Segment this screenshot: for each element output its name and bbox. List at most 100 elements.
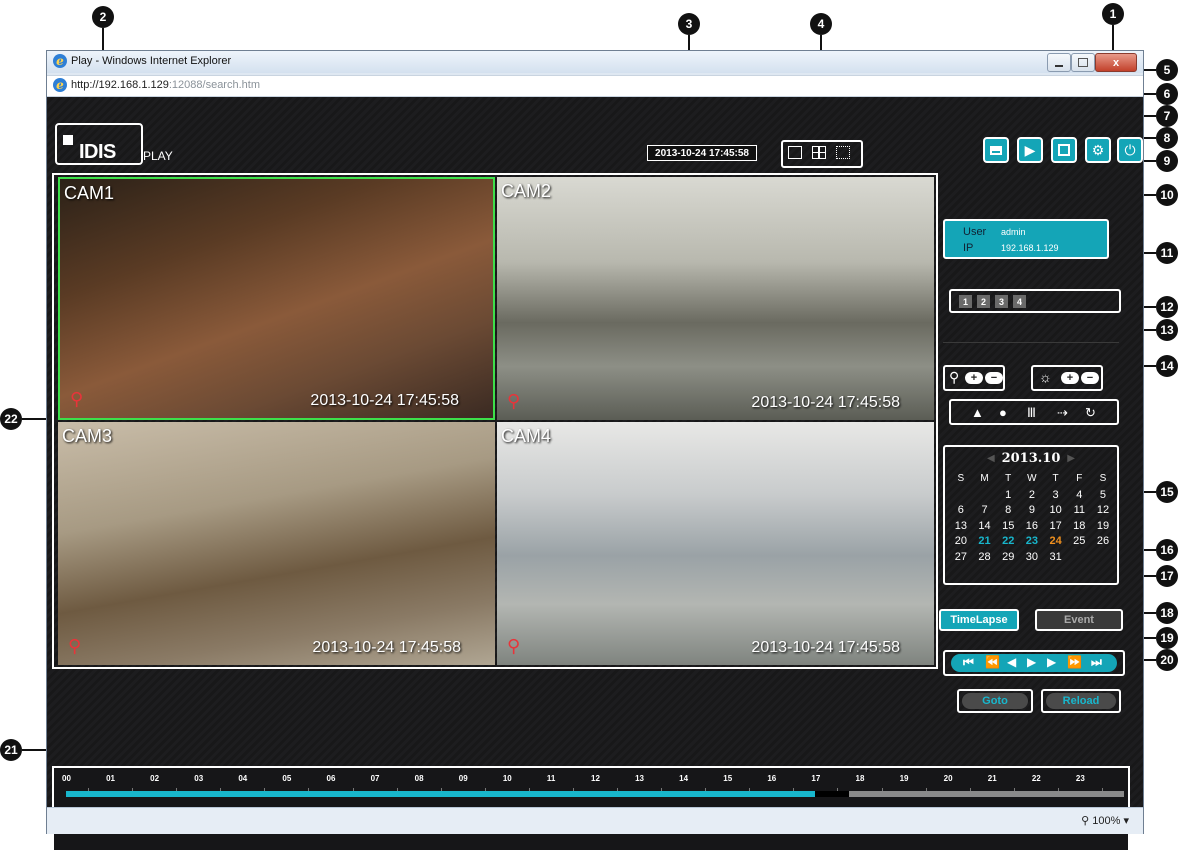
single-layout-icon[interactable] [788, 146, 802, 159]
calendar-day[interactable]: 11 [1067, 504, 1091, 520]
camera-page-3[interactable]: 3 [995, 295, 1008, 308]
calendar-day[interactable]: 31 [1044, 551, 1068, 567]
fast-rewind-icon[interactable]: ⏪ [985, 655, 1000, 669]
camera-tile-1[interactable]: CAM1 ⚲ 2013-10-24 17:45:58 [58, 177, 495, 420]
calendar-day[interactable]: 16 [1020, 520, 1044, 536]
print-button[interactable] [983, 137, 1009, 163]
fullscreen-icon[interactable] [836, 146, 850, 159]
calendar-day[interactable]: 20 [949, 535, 973, 551]
minimize-icon [1055, 64, 1063, 67]
timeline-track[interactable] [66, 791, 1124, 797]
goto-button[interactable]: Goto [957, 689, 1033, 713]
calendar-day[interactable]: 14 [973, 520, 997, 536]
calendar-day[interactable]: 30 [1020, 551, 1044, 567]
timeline-hour-label: 01 [106, 774, 115, 783]
week-row: 20 21 22 23 24 25 26 [949, 535, 1115, 551]
calendar-day[interactable]: 25 [1067, 535, 1091, 551]
camera-timestamp: 2013-10-24 17:45:58 [310, 392, 459, 409]
zoom-level[interactable]: ⚲ 100% ▾ [1081, 814, 1129, 827]
refresh-icon[interactable]: ↻ [1085, 405, 1096, 421]
weekday-label: F [1076, 473, 1083, 484]
magnifier-icon[interactable]: ⚲ [507, 391, 520, 412]
calendar-day-selected[interactable]: 24 [1044, 535, 1068, 551]
step-forward-icon[interactable]: ▶ [1047, 655, 1056, 669]
calendar-day[interactable]: 5 [1091, 489, 1115, 505]
camera-tile-4[interactable]: CAM4 ⚲ 2013-10-24 17:45:58 [497, 422, 934, 665]
logo-text: IDIS [79, 141, 116, 163]
calendar-day[interactable]: 19 [1091, 520, 1115, 536]
calendar-day[interactable]: 3 [1044, 489, 1068, 505]
timeline-hour-label: 12 [591, 774, 600, 783]
calendar-day[interactable] [973, 489, 997, 505]
camera-page-4[interactable]: 4 [1013, 295, 1026, 308]
address-text[interactable]: http://192.168.1.129:12088/search.htm [71, 79, 260, 91]
close-button[interactable]: x [1095, 53, 1137, 72]
calendar-day[interactable]: 28 [973, 551, 997, 567]
sharpness-icon[interactable]: ▲ [971, 405, 984, 420]
magnifier-icon[interactable]: ⚲ [70, 389, 83, 410]
play-icon[interactable]: ▶ [1027, 655, 1036, 669]
minimize-button[interactable] [1047, 53, 1071, 72]
skip-to-start-icon[interactable]: ⏮ [963, 655, 974, 670]
calendar-day[interactable]: 6 [949, 504, 973, 520]
logout-button[interactable]: ⏻ [1117, 137, 1143, 163]
calendar-day[interactable]: 9 [1020, 504, 1044, 520]
timelapse-tab[interactable]: TimeLapse [939, 609, 1019, 631]
calendar-day[interactable]: 17 [1044, 520, 1068, 536]
address-bar[interactable]: e http://192.168.1.129:12088/search.htm [47, 75, 1143, 97]
callout-13: 13 [1156, 319, 1178, 341]
timeline-hour-label: 11 [546, 774, 556, 783]
settings-button[interactable]: ⚙ [1085, 137, 1111, 163]
chevron-right-icon[interactable]: ▶ [1067, 453, 1075, 464]
skip-to-end-icon[interactable]: ⏭ [1091, 655, 1102, 670]
calendar-day-recorded[interactable]: 22 [996, 535, 1020, 551]
calendar-day[interactable]: 27 [949, 551, 973, 567]
calendar-day[interactable] [1067, 551, 1091, 567]
calendar-day-recorded[interactable]: 23 [1020, 535, 1044, 551]
calendar-day[interactable]: 12 [1091, 504, 1115, 520]
calendar-day[interactable] [1091, 551, 1115, 567]
address-path: :12088/search.htm [168, 79, 260, 91]
blur-icon[interactable]: ● [999, 405, 1007, 420]
zoom-out-button[interactable]: − [985, 372, 1003, 384]
reload-button[interactable]: Reload [1041, 689, 1121, 713]
zoom-in-button[interactable]: + [965, 372, 983, 384]
camera-page-1[interactable]: 1 [959, 295, 972, 308]
calendar-day[interactable]: 15 [996, 520, 1020, 536]
maximize-button[interactable] [1071, 53, 1095, 72]
playback-button[interactable]: ▶ [1017, 137, 1043, 163]
calendar-day[interactable]: 26 [1091, 535, 1115, 551]
camera-tile-3[interactable]: CAM3 ⚲ 2013-10-24 17:45:58 [58, 422, 495, 665]
magnifier-icon[interactable]: ⚲ [68, 636, 81, 657]
calendar-day[interactable]: 13 [949, 520, 973, 536]
playback-icon: ▶ [1024, 141, 1036, 158]
brightness-up-button[interactable]: + [1061, 372, 1079, 384]
calendar-day[interactable]: 7 [973, 504, 997, 520]
calendar-day[interactable]: 29 [996, 551, 1020, 567]
reload-label: Reload [1046, 693, 1116, 709]
timeline-cursor[interactable] [815, 791, 849, 797]
snapshot-button[interactable] [1051, 137, 1077, 163]
step-back-icon[interactable]: ◀ [1007, 655, 1016, 669]
zoom-magnifier-icon: ⚲ [1081, 815, 1090, 827]
calendar-day[interactable]: 18 [1067, 520, 1091, 536]
interpolation-icon[interactable]: ⇢ [1057, 405, 1068, 421]
calendar-day[interactable]: 2 [1020, 489, 1044, 505]
calendar-day[interactable] [949, 489, 973, 505]
event-tab[interactable]: Event [1035, 609, 1123, 631]
calendar-day[interactable]: 10 [1044, 504, 1068, 520]
camera-timestamp: 2013-10-24 17:45:58 [751, 639, 900, 656]
quad-layout-icon[interactable] [812, 146, 826, 159]
camera-tile-2[interactable]: CAM2 ⚲ 2013-10-24 17:45:58 [497, 177, 934, 420]
calendar-month: 2013.10 [1001, 451, 1061, 466]
magnifier-icon[interactable]: ⚲ [507, 636, 520, 657]
equalizer-icon[interactable]: Ⅲ [1027, 405, 1036, 421]
brightness-down-button[interactable]: − [1081, 372, 1099, 384]
fast-forward-icon[interactable]: ⏩ [1067, 655, 1082, 669]
timeline-hour-label: 10 [502, 774, 512, 783]
calendar-day[interactable]: 1 [996, 489, 1020, 505]
camera-page-2[interactable]: 2 [977, 295, 990, 308]
calendar-day[interactable]: 4 [1067, 489, 1091, 505]
calendar-day[interactable]: 8 [996, 504, 1020, 520]
calendar-day-recorded[interactable]: 21 [973, 535, 997, 551]
